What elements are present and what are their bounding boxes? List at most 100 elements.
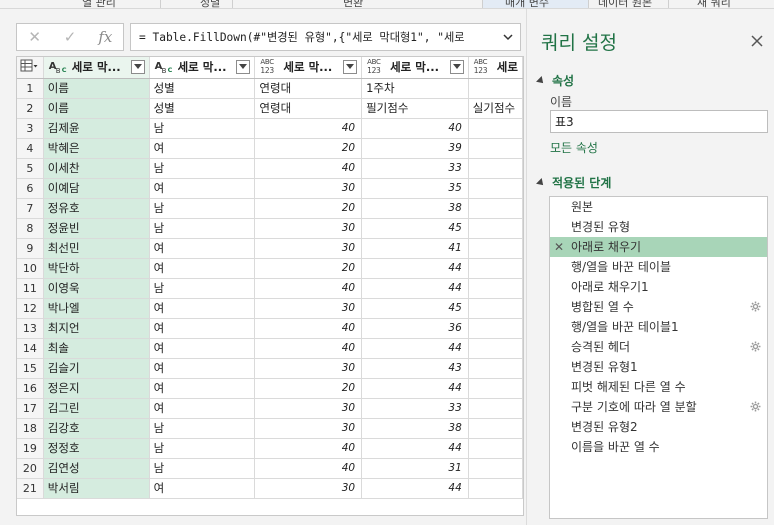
table-cell[interactable]	[468, 278, 523, 299]
table-cell[interactable]	[468, 258, 523, 279]
filter-dropdown-icon[interactable]	[449, 60, 464, 75]
table-cell[interactable]: 45	[361, 218, 469, 239]
any-type-icon[interactable]: ABC 123	[473, 58, 497, 76]
table-cell[interactable]	[468, 358, 523, 379]
table-cell[interactable]	[468, 138, 523, 159]
row-number[interactable]: 18	[17, 418, 44, 439]
table-cell[interactable]: 실기점수	[468, 98, 523, 119]
ribbon-group-sort[interactable]: 정렬	[200, 0, 220, 8]
row-number[interactable]: 20	[17, 458, 44, 479]
applied-step-item[interactable]: 행/열을 바꾼 테이블1	[550, 317, 767, 337]
table-cell[interactable]: 여	[149, 398, 256, 419]
table-cell[interactable]	[468, 178, 523, 199]
row-number[interactable]: 17	[17, 398, 44, 419]
table-cell[interactable]	[468, 118, 523, 139]
column-header-3[interactable]: ABC 123 세로 막...	[254, 57, 363, 79]
text-type-icon[interactable]: ACB	[48, 58, 72, 76]
table-cell[interactable]: 38	[361, 418, 469, 439]
table-cell[interactable]	[468, 198, 523, 219]
fx-icon[interactable]: fx	[88, 24, 123, 50]
applied-step-item[interactable]: 변경된 유형	[550, 217, 767, 237]
table-cell[interactable]: 45	[361, 298, 469, 319]
table-cell[interactable]: 35	[361, 178, 469, 199]
filter-dropdown-icon[interactable]	[343, 60, 358, 75]
applied-step-item[interactable]: 변경된 유형2	[550, 417, 767, 437]
column-header-4[interactable]: ABC 123 세로 막...	[361, 57, 469, 79]
table-cell[interactable]: 남	[149, 278, 256, 299]
ribbon-group-data-source[interactable]: 데이터 원본	[598, 0, 652, 8]
applied-step-item[interactable]: 승격된 헤더	[550, 337, 767, 357]
row-number[interactable]: 11	[17, 278, 44, 299]
table-cell[interactable]: 44	[361, 258, 469, 279]
table-cell[interactable]: 40	[254, 438, 363, 459]
column-header-2[interactable]: ACB 세로 막...	[149, 57, 256, 79]
table-cell[interactable]: 40	[254, 318, 363, 339]
check-icon[interactable]: ✓	[52, 24, 87, 50]
table-cell[interactable]: 최솔	[43, 338, 150, 359]
table-cell[interactable]: 이세찬	[43, 158, 150, 179]
row-number[interactable]: 3	[17, 118, 44, 139]
table-cell[interactable]: 36	[361, 318, 469, 339]
applied-step-item[interactable]: 구분 기호에 따라 열 분할	[550, 397, 767, 417]
table-cell[interactable]: 여	[149, 138, 256, 159]
table-cell[interactable]	[468, 78, 523, 99]
applied-step-item[interactable]: 행/열을 바꾼 테이블	[550, 257, 767, 277]
gear-icon[interactable]	[750, 341, 761, 352]
table-cell[interactable]: 40	[254, 118, 363, 139]
table-cell[interactable]	[468, 298, 523, 319]
table-cell[interactable]: 43	[361, 358, 469, 379]
table-cell[interactable]: 30	[254, 218, 363, 239]
row-number[interactable]: 6	[17, 178, 44, 199]
table-cell[interactable]: 20	[254, 378, 363, 399]
table-cell[interactable]: 김강호	[43, 418, 150, 439]
ribbon-group-new-query[interactable]: 새 쿼리	[697, 0, 731, 8]
table-cell[interactable]: 20	[254, 198, 363, 219]
applied-steps-section[interactable]: 적용된 단계	[536, 174, 611, 191]
table-cell[interactable]: 성별	[149, 98, 256, 119]
table-cell[interactable]: 김연성	[43, 458, 150, 479]
table-cell[interactable]	[468, 158, 523, 179]
table-cell[interactable]: 이름	[43, 78, 150, 99]
column-header-1[interactable]: ACB 세로 막...	[43, 57, 150, 79]
table-cell[interactable]: 박나엘	[43, 298, 150, 319]
table-cell[interactable]: 30	[254, 398, 363, 419]
row-number[interactable]: 2	[17, 98, 44, 119]
table-cell[interactable]: 41	[361, 238, 469, 259]
table-cell[interactable]: 김슬기	[43, 358, 150, 379]
table-cell[interactable]	[468, 438, 523, 459]
table-cell[interactable]: 40	[254, 158, 363, 179]
table-cell[interactable]: 30	[254, 358, 363, 379]
table-cell[interactable]: 연령대	[254, 78, 363, 99]
close-icon[interactable]	[749, 33, 765, 49]
table-cell[interactable]: 33	[361, 398, 469, 419]
filter-dropdown-icon[interactable]	[130, 60, 145, 75]
ribbon-group-column-manage[interactable]: 열 관리	[82, 0, 116, 8]
table-cell[interactable]: 남	[149, 218, 256, 239]
applied-step-item[interactable]: ✕ 아래로 채우기	[550, 237, 767, 257]
any-type-icon[interactable]: ABC 123	[259, 58, 283, 76]
table-cell[interactable]: 여	[149, 298, 256, 319]
table-cell[interactable]: 여	[149, 478, 256, 499]
table-cell[interactable]: 정유호	[43, 198, 150, 219]
table-cell[interactable]: 40	[254, 278, 363, 299]
table-cell[interactable]: 1주차	[361, 78, 469, 99]
column-header-5[interactable]: ABC 123 세로	[468, 57, 523, 79]
applied-step-item[interactable]: 피벗 해제된 다른 열 수	[550, 377, 767, 397]
table-cell[interactable]: 김그린	[43, 398, 150, 419]
table-menu-corner[interactable]	[17, 57, 44, 79]
table-cell[interactable]	[468, 318, 523, 339]
table-cell[interactable]: 40	[254, 338, 363, 359]
table-cell[interactable]: 남	[149, 118, 256, 139]
collapse-triangle-icon[interactable]	[536, 75, 546, 86]
chevron-down-icon[interactable]	[502, 31, 514, 43]
table-cell[interactable]: 성별	[149, 78, 256, 99]
applied-step-item[interactable]: 변경된 유형1	[550, 357, 767, 377]
table-cell[interactable]	[468, 398, 523, 419]
table-cell[interactable]	[468, 378, 523, 399]
row-number[interactable]: 7	[17, 198, 44, 219]
table-cell[interactable]: 20	[254, 258, 363, 279]
cancel-icon[interactable]: ✕	[17, 24, 52, 50]
table-cell[interactable]: 박혜은	[43, 138, 150, 159]
row-number[interactable]: 16	[17, 378, 44, 399]
table-cell[interactable]: 남	[149, 198, 256, 219]
